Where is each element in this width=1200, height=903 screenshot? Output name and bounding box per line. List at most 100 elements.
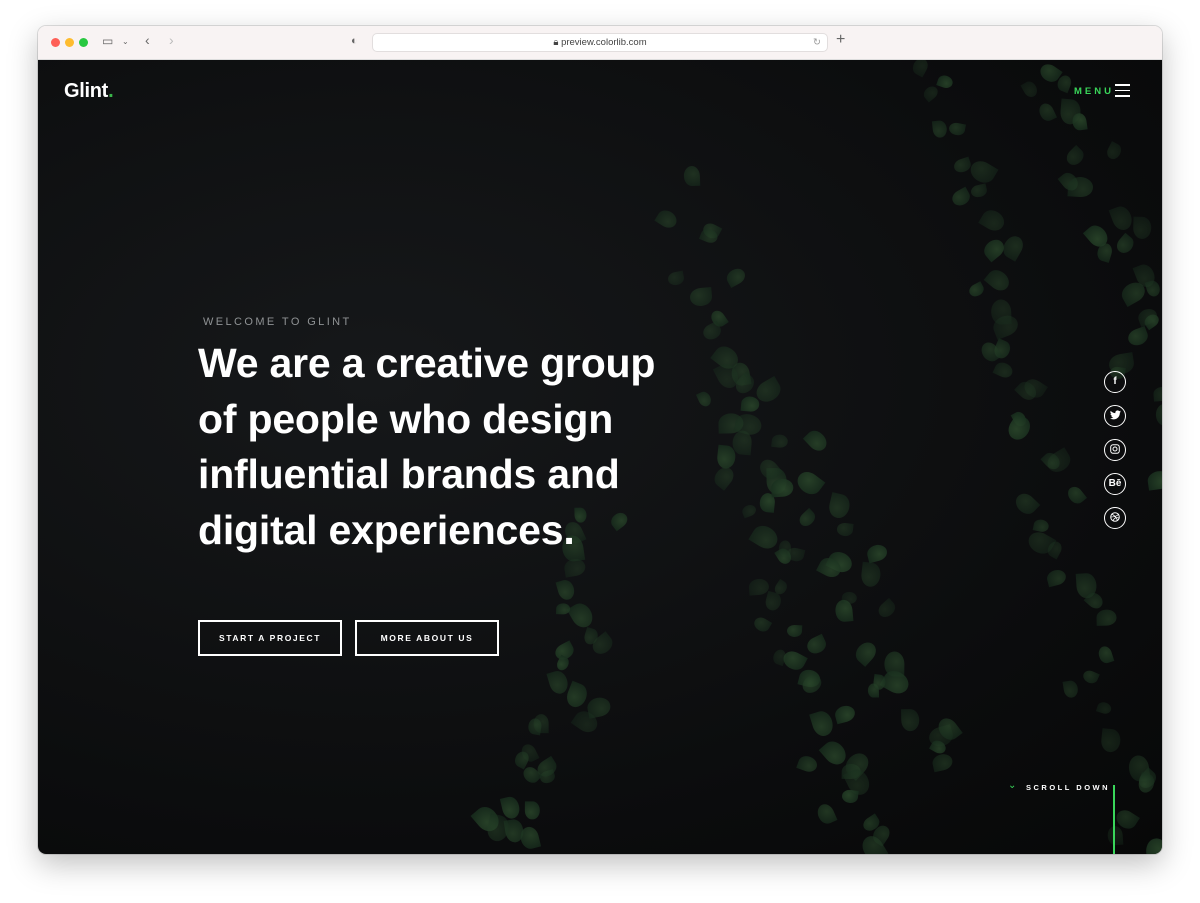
leaf [748, 578, 770, 597]
headline-line: influential brands and [198, 451, 620, 497]
leaf [654, 206, 680, 232]
leaf [841, 591, 858, 604]
hero-pretitle: WELCOME TO GLINT [203, 316, 352, 328]
browser-window: ▭ ⌄ ‹ › ◐ 🔒︎ preview.colorlib.com ↻ + Gli… [38, 26, 1162, 854]
leaf [1062, 679, 1079, 699]
leaf [1132, 216, 1152, 239]
more-about-us-button[interactable]: MORE ABOUT US [355, 620, 499, 656]
facebook-icon[interactable]: f [1104, 371, 1126, 393]
scroll-line [1113, 785, 1115, 854]
leaf [770, 478, 794, 498]
leaf [566, 599, 598, 632]
menu-link[interactable]: MENU [1074, 86, 1114, 97]
leaf [1011, 489, 1041, 519]
shield-icon[interactable]: ◐ [351, 35, 358, 47]
leaf [901, 708, 920, 732]
leaf [525, 801, 540, 820]
logo-text: Glint [64, 80, 109, 102]
hero-headline: We are a creative group of people who de… [198, 336, 758, 558]
url-text: preview.colorlib.com [561, 37, 647, 48]
leaf [1081, 668, 1101, 686]
leaf [796, 507, 818, 530]
sidebar-icon[interactable]: ▭ [102, 34, 113, 48]
leaf [840, 789, 859, 805]
leaf [951, 156, 973, 175]
hero-section: Glint. MENU WELCOME TO GLINT We are a cr… [38, 60, 1162, 854]
headline-line: We are a creative group [198, 340, 656, 386]
behance-icon[interactable]: Bē [1104, 473, 1126, 495]
close-window-button[interactable] [51, 38, 60, 47]
leaf [689, 286, 713, 307]
leaf [723, 264, 749, 288]
lock-icon: 🔒︎ [553, 37, 562, 48]
scroll-down-link[interactable]: SCROLL DOWN [1026, 783, 1110, 792]
forward-icon[interactable]: › [169, 32, 174, 48]
leaf [1107, 825, 1124, 846]
minimize-window-button[interactable] [65, 38, 74, 47]
leaf [833, 703, 857, 725]
leaf [936, 74, 955, 91]
leaf [1099, 727, 1121, 753]
leaf [809, 709, 836, 739]
leaf [1063, 144, 1087, 168]
leaf [803, 426, 831, 455]
leaf [992, 360, 1016, 381]
leaf [519, 824, 542, 851]
leaf [555, 578, 577, 602]
leaf [983, 265, 1013, 295]
leaf [556, 602, 571, 615]
leaf [804, 633, 829, 657]
leaf [1108, 203, 1135, 233]
leaf [1146, 469, 1162, 491]
leaf [814, 801, 838, 827]
logo[interactable]: Glint. [64, 80, 114, 103]
instagram-icon[interactable] [1104, 439, 1126, 461]
twitter-icon[interactable] [1104, 405, 1126, 427]
headline-line: of people who design [198, 395, 614, 442]
leaf [1145, 837, 1162, 854]
chevron-down-icon[interactable]: ⌄ [122, 37, 129, 46]
leaf [827, 492, 852, 521]
leaf [793, 467, 825, 499]
leaf [949, 186, 973, 208]
leaf [585, 696, 613, 720]
leaf [1036, 100, 1057, 123]
leaf [865, 543, 890, 564]
logo-dot: . [108, 80, 114, 102]
chevron-down-icon[interactable]: ⌄ [1008, 780, 1016, 791]
leaf [1064, 483, 1087, 507]
leaf [852, 639, 881, 668]
reload-icon[interactable]: ↻ [813, 34, 821, 52]
browser-toolbar: ▭ ⌄ ‹ › ◐ 🔒︎ preview.colorlib.com ↻ + [38, 26, 1162, 60]
leaf [1113, 232, 1137, 257]
leaf [1004, 411, 1035, 443]
leaf [977, 206, 1008, 235]
leaf [1072, 112, 1089, 132]
back-icon[interactable]: ‹ [145, 32, 150, 48]
leaf [969, 183, 988, 200]
leaf [1096, 609, 1117, 626]
leaf [1144, 278, 1162, 298]
dribbble-icon[interactable] [1104, 507, 1126, 529]
leaf [1096, 644, 1115, 665]
address-bar[interactable]: 🔒︎ preview.colorlib.com ↻ [372, 33, 828, 52]
leaf [770, 433, 789, 449]
leaf [1104, 141, 1123, 162]
headline-line: digital experiences. [198, 506, 575, 553]
leaf [931, 119, 948, 139]
new-tab-icon[interactable]: + [836, 31, 845, 49]
leaf [990, 299, 1012, 326]
leaf [1045, 567, 1068, 587]
leaf [967, 281, 987, 299]
start-project-button[interactable]: START A PROJECT [198, 620, 342, 656]
leaf [786, 625, 803, 639]
leaf [875, 597, 899, 621]
leaf [683, 166, 700, 187]
leaf [1067, 175, 1095, 198]
leaf [795, 752, 820, 774]
leaf [980, 236, 1008, 263]
hamburger-icon[interactable] [1115, 84, 1130, 97]
leaf [752, 614, 773, 634]
leaf [836, 522, 854, 537]
maximize-window-button[interactable] [79, 38, 88, 47]
